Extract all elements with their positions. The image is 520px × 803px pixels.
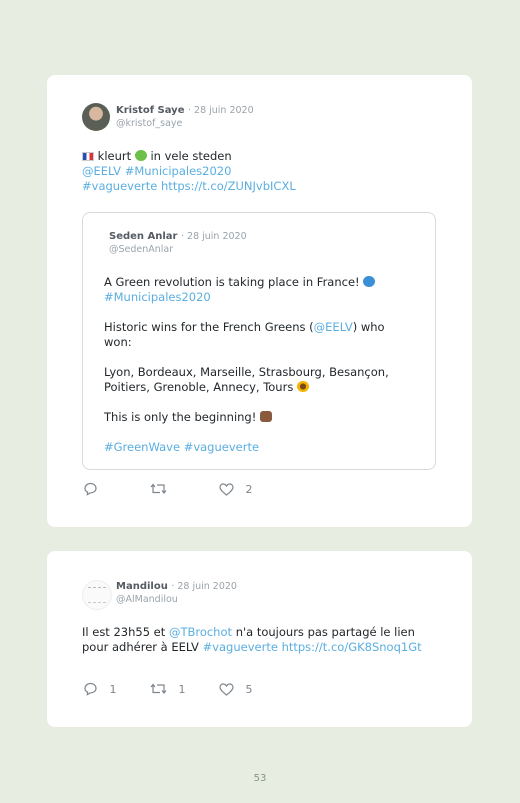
heart-icon — [219, 682, 234, 696]
flag-france-icon — [82, 152, 94, 161]
author-name-text[interactable]: Kristof Saye — [116, 105, 185, 116]
raised-fist-icon — [260, 411, 273, 422]
like-button[interactable]: 5 — [219, 682, 253, 696]
retweet-button[interactable] — [150, 482, 167, 496]
tweet-date: · 28 juin 2020 — [171, 581, 237, 592]
quoted-tweet[interactable]: Seden Anlar · 28 juin 2020 @SedenAnlar A… — [82, 212, 436, 470]
mention-link[interactable]: @TBrochot — [169, 625, 232, 639]
url-link[interactable]: https://t.co/GK8Snoq1Gt — [282, 640, 422, 654]
sunflower-icon — [296, 381, 309, 392]
retweet-icon — [150, 683, 167, 694]
avatar[interactable] — [82, 580, 112, 610]
quoted-tweet-text: A Green revolution is taking place in Fr… — [104, 275, 389, 455]
tweet-text-part: n'a toujours pas partagé le lien — [235, 625, 415, 639]
like-count: 2 — [245, 482, 253, 496]
quote-line: A Green revolution is taking place in Fr… — [104, 275, 360, 289]
mention-link[interactable]: @EELV — [82, 164, 121, 178]
retweet-button[interactable]: 1 — [150, 682, 186, 696]
hashtag-link[interactable]: #vagueverte — [82, 179, 157, 193]
green-heart-icon — [134, 150, 147, 161]
tweet-card: Mandilou · 28 juin 2020 @AlMandilou Il e… — [47, 551, 472, 727]
retweet-count: 1 — [178, 682, 186, 696]
hashtag-link[interactable]: #vagueverte — [203, 640, 278, 654]
hashtag-link[interactable]: #Municipales2020 — [125, 164, 232, 178]
url-link[interactable]: https://t.co/ZUNJvbICXL — [161, 179, 296, 193]
like-button[interactable]: 2 — [219, 482, 253, 496]
reply-button[interactable] — [83, 482, 98, 496]
retweet-icon — [150, 483, 167, 494]
hashtag-link[interactable]: #Municipales2020 — [104, 290, 211, 304]
like-count: 5 — [245, 682, 253, 696]
quote-line: This is only the beginning! — [104, 410, 257, 424]
reply-icon — [84, 482, 97, 496]
quoted-tweet-date: · 28 juin 2020 — [180, 231, 247, 242]
tweet-actions: 2 — [83, 482, 383, 500]
hashtag-link[interactable]: #vagueverte — [184, 440, 259, 454]
tweet-text-part: pour adhérer à EELV — [82, 640, 199, 654]
reply-count: 1 — [109, 682, 117, 696]
quote-line: won: — [104, 335, 132, 349]
tweet-card: Kristof Saye · 28 juin 2020 @kristof_say… — [47, 75, 472, 527]
quote-line: ) who — [352, 320, 385, 334]
tweet-text-part: in vele steden — [150, 149, 232, 163]
author-name[interactable]: Mandilou · 28 juin 2020 — [116, 581, 237, 592]
tweet-date: · 28 juin 2020 — [187, 105, 254, 116]
page-number: 53 — [253, 773, 267, 784]
water-wave-icon — [363, 276, 376, 287]
quote-line: Poitiers, Grenoble, Annecy, Tours — [104, 380, 294, 394]
heart-icon — [219, 482, 234, 496]
reply-icon — [84, 682, 97, 696]
avatar[interactable] — [82, 103, 110, 131]
tweet-text: kleurt in vele steden @EELV #Municipales… — [82, 149, 296, 194]
author-name-text[interactable]: Mandilou — [116, 581, 168, 592]
quoted-author-name[interactable]: Seden Anlar · 28 juin 2020 — [109, 231, 247, 242]
quote-line: Historic wins for the French Greens ( — [104, 320, 314, 334]
tweet-text: Il est 23h55 et @TBrochot n'a toujours p… — [82, 625, 422, 655]
author-handle[interactable]: @kristof_saye — [116, 118, 182, 129]
tweet-actions: 1 1 5 — [83, 682, 383, 700]
hashtag-link[interactable]: #GreenWave — [104, 440, 180, 454]
quote-line: Lyon, Bordeaux, Marseille, Strasbourg, B… — [104, 365, 389, 379]
reply-button[interactable]: 1 — [83, 682, 117, 696]
author-name[interactable]: Kristof Saye · 28 juin 2020 — [116, 105, 254, 116]
tweet-text-part: kleurt — [97, 149, 132, 163]
quoted-author-handle[interactable]: @SedenAnlar — [109, 244, 173, 255]
author-handle[interactable]: @AlMandilou — [116, 594, 178, 605]
quoted-author-name-text[interactable]: Seden Anlar — [109, 231, 178, 242]
tweet-text-part: Il est 23h55 et — [82, 625, 166, 639]
mention-link[interactable]: @EELV — [314, 320, 353, 334]
